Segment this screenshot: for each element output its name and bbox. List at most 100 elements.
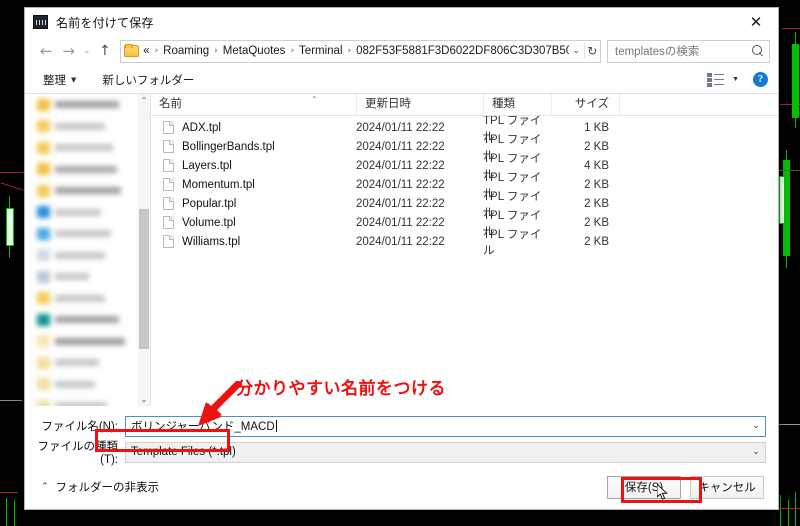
list-item[interactable]	[25, 223, 138, 245]
hide-folders-label: フォルダーの非表示	[55, 482, 160, 494]
list-item[interactable]	[25, 331, 138, 353]
file-date: 2024/01/11 22:22	[356, 216, 445, 229]
file-icon	[163, 197, 174, 210]
file-type: TPL ファイル	[483, 228, 542, 257]
table-row[interactable]: Popular.tpl 2024/01/11 22:22 TPL ファイル 2 …	[151, 191, 778, 219]
table-row[interactable]: BollingerBands.tpl 2024/01/11 22:22 TPL …	[151, 134, 778, 162]
forward-icon[interactable]: →	[57, 39, 79, 63]
file-size: 1 KB	[584, 121, 609, 134]
file-size: 2 KB	[584, 216, 609, 229]
breadcrumb: « › Roaming › MetaQuotes › Terminal › 08…	[139, 45, 569, 57]
chevron-down-icon[interactable]: ⌄	[747, 421, 765, 431]
breadcrumb-prefix: «	[143, 45, 150, 57]
table-row[interactable]: Volume.tpl 2024/01/11 22:22 TPL ファイル 2 K…	[151, 210, 778, 238]
file-date: 2024/01/11 22:22	[356, 159, 445, 172]
address-bar[interactable]: « › Roaming › MetaQuotes › Terminal › 08…	[120, 39, 602, 63]
quick-access-blurred-list	[25, 94, 138, 406]
column-header-spacer	[619, 94, 778, 115]
new-folder-label: 新しいフォルダー	[102, 74, 195, 87]
list-item[interactable]	[25, 395, 138, 406]
recent-locations-icon[interactable]: ⌄	[80, 39, 94, 63]
up-icon[interactable]: ↑	[94, 39, 116, 63]
list-item[interactable]	[25, 245, 138, 267]
file-date: 2024/01/11 22:22	[356, 121, 445, 134]
column-header-label: 名前	[159, 98, 182, 110]
mouse-cursor	[657, 484, 668, 500]
file-size: 2 KB	[584, 235, 609, 248]
sort-ascending-icon: ⌃	[311, 95, 318, 104]
footer-buttons: 保存(S) キャンセル	[607, 475, 764, 499]
text-caret	[275, 420, 277, 432]
list-item[interactable]	[25, 137, 138, 159]
breadcrumb-item-metaquotes[interactable]: MetaQuotes	[219, 45, 290, 57]
column-header-type[interactable]: 種類	[483, 94, 551, 115]
file-name: Williams.tpl	[182, 235, 241, 248]
file-list-pane: 名前 ⌃ 更新日時 種類 サイズ ADX.tpl 2024/01/11 22:2…	[151, 94, 778, 406]
dialog-body: デスクトップ OneDrive - Perso owner PC ⌃	[25, 94, 778, 406]
list-item[interactable]	[25, 352, 138, 374]
file-name: BollingerBands.tpl	[182, 140, 275, 153]
column-header-name[interactable]: 名前 ⌃	[151, 94, 356, 115]
breadcrumb-item-roaming[interactable]: Roaming	[159, 45, 213, 57]
filetype-row: ファイルの種類(T): Template Files (*.tpl) ⌄	[37, 439, 766, 466]
list-item[interactable]	[25, 116, 138, 138]
view-list-icon[interactable]	[707, 72, 725, 87]
filetype-value: Template Files (*.tpl)	[131, 446, 236, 458]
refresh-icon[interactable]: ↻	[583, 44, 600, 58]
table-row[interactable]: Layers.tpl 2024/01/11 22:22 TPL ファイル 4 K…	[151, 153, 778, 181]
breadcrumb-item-terminal[interactable]: Terminal	[295, 45, 346, 57]
back-icon[interactable]: ←	[35, 39, 57, 63]
file-date: 2024/01/11 22:22	[356, 140, 445, 153]
navigation-pane-scrollbar[interactable]: ⌃ ⌄	[138, 94, 150, 406]
list-item[interactable]	[25, 202, 138, 224]
list-item[interactable]	[25, 266, 138, 288]
save-button[interactable]: 保存(S)	[607, 475, 681, 499]
list-item[interactable]	[25, 309, 138, 331]
command-bar-right: ▼ ?	[707, 72, 768, 87]
arrow-down-left-icon	[198, 381, 243, 426]
chevron-up-icon: ⌃	[41, 482, 49, 492]
file-icon	[163, 121, 174, 134]
file-icon	[163, 178, 174, 191]
navigation-pane: デスクトップ OneDrive - Perso owner PC ⌃	[25, 94, 151, 406]
dialog-titlebar: 名前を付けて保存 ✕	[25, 8, 778, 36]
scrollbar-thumb[interactable]	[139, 209, 149, 349]
search-input[interactable]: templatesの検索	[607, 39, 771, 63]
chevron-down-icon[interactable]: ⌄	[747, 447, 765, 457]
list-item[interactable]	[25, 159, 138, 181]
table-row[interactable]: Williams.tpl 2024/01/11 22:22 TPL ファイル 2…	[151, 229, 778, 257]
file-size: 4 KB	[584, 159, 609, 172]
table-row[interactable]: ADX.tpl 2024/01/11 22:22 TPL ファイル 1 KB	[151, 116, 778, 143]
list-item[interactable]	[25, 94, 138, 116]
cancel-button[interactable]: キャンセル	[690, 475, 764, 499]
search-icon	[752, 44, 765, 58]
metatrader-icon	[33, 15, 48, 29]
hide-folders-button[interactable]: ⌃ フォルダーの非表示	[41, 479, 159, 495]
help-icon[interactable]: ?	[753, 72, 768, 87]
file-icon	[163, 140, 174, 153]
column-header-size[interactable]: サイズ	[551, 94, 619, 115]
list-item[interactable]	[25, 288, 138, 310]
file-name: Volume.tpl	[182, 216, 236, 229]
list-item[interactable]	[25, 374, 138, 396]
organize-button[interactable]: 整理 ▼	[37, 69, 82, 91]
chevron-down-icon[interactable]: ▼	[732, 76, 739, 83]
file-icon	[163, 235, 174, 248]
file-date: 2024/01/11 22:22	[356, 178, 445, 191]
breadcrumb-item-instance-id[interactable]: 082F53F5881F3D6022DF806C3D307B50	[352, 45, 569, 57]
list-item[interactable]	[25, 180, 138, 202]
file-name: ADX.tpl	[182, 121, 221, 134]
scroll-down-icon[interactable]: ⌄	[138, 393, 150, 406]
file-size: 2 KB	[584, 197, 609, 210]
chevron-down-icon[interactable]: ⌄	[569, 46, 584, 56]
close-icon[interactable]: ✕	[734, 8, 778, 36]
table-row[interactable]: Momentum.tpl 2024/01/11 22:22 TPL ファイル 2…	[151, 172, 778, 200]
new-folder-button[interactable]: 新しいフォルダー	[96, 69, 200, 91]
filetype-select[interactable]: Template Files (*.tpl) ⌄	[125, 441, 766, 463]
file-size: 2 KB	[584, 178, 609, 191]
column-header-date[interactable]: 更新日時	[356, 94, 483, 115]
filename-label: ファイル名(N):	[41, 421, 118, 433]
scroll-up-icon[interactable]: ⌃	[138, 94, 150, 107]
command-bar: 整理 ▼ 新しいフォルダー ▼ ?	[25, 66, 778, 94]
organize-label: 整理	[43, 74, 66, 87]
